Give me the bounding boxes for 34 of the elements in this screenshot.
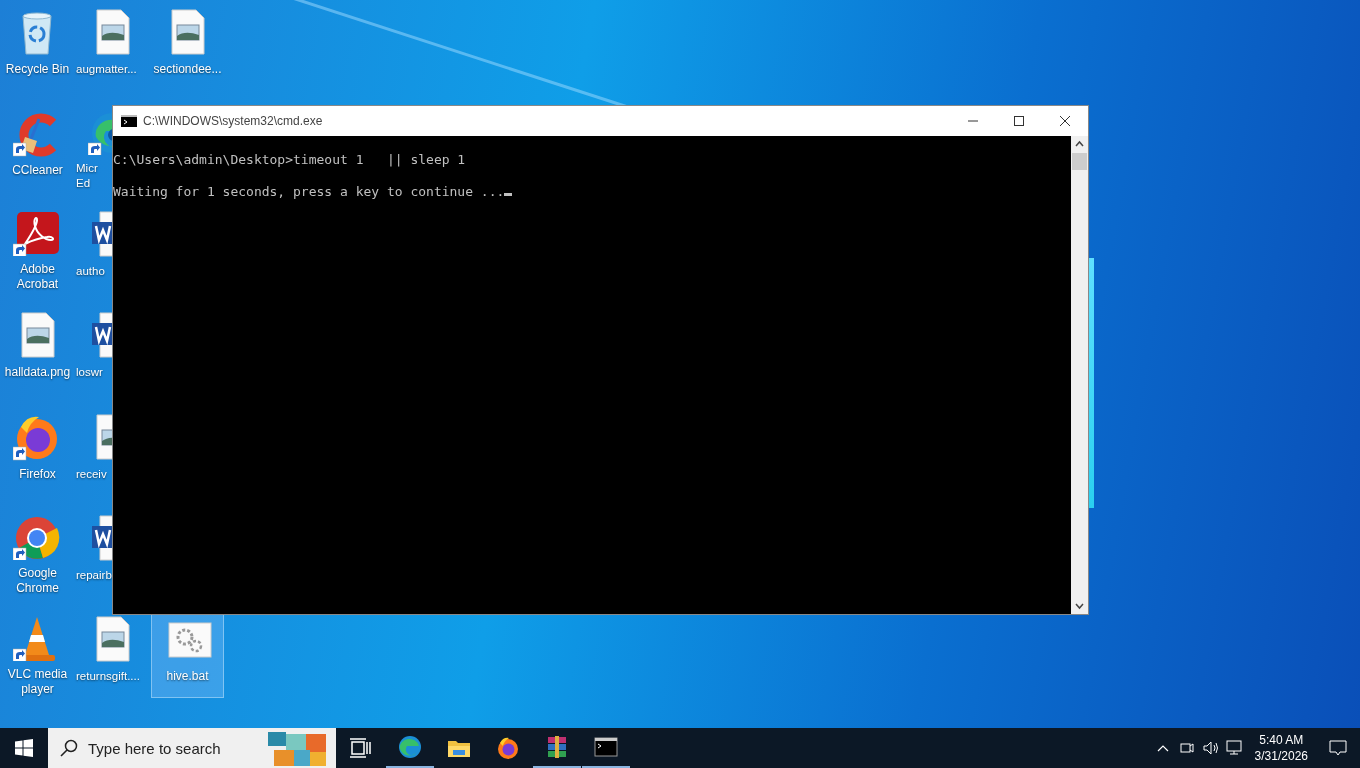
icon-label[interactable]: VLC media player	[0, 666, 75, 697]
search-box[interactable]: Type here to search	[48, 728, 336, 768]
icon-label[interactable]: CCleaner	[12, 163, 63, 179]
clock[interactable]: 5:40 AM 3/31/2026	[1246, 732, 1316, 764]
console-line: Waiting for 1 seconds, press a key to continue ...	[113, 184, 505, 199]
icon-label[interactable]: augmatter...	[75, 62, 137, 77]
edge-icon	[398, 735, 422, 759]
winrar-icon	[545, 735, 569, 759]
cmd-icon	[594, 735, 618, 759]
icon-label[interactable]: sectiondee...	[153, 62, 222, 77]
acrobat-file-icon[interactable]	[13, 210, 61, 257]
close-icon	[1060, 116, 1070, 126]
firefox-icon	[496, 736, 520, 760]
icon-label[interactable]: Firefox	[19, 466, 56, 482]
windows-logo-icon	[15, 739, 33, 757]
icon-label[interactable]: hive.bat	[166, 669, 209, 684]
icon-label[interactable]: receiv	[75, 466, 107, 482]
icon-label[interactable]: halldata.png	[4, 365, 71, 381]
console-icon	[121, 115, 137, 127]
icon-label[interactable]: Recycle Bin	[5, 62, 70, 77]
console-line: C:\Users\admin\Desktop>timeout 1 || sleep 1	[113, 152, 466, 167]
icon-label[interactable]: loswr	[75, 365, 103, 381]
icon-label[interactable]: Micr Ed	[75, 161, 98, 192]
icon-label[interactable]: returnsgift....	[75, 668, 140, 684]
search-icon	[60, 739, 78, 757]
icon-label[interactable]: autho	[75, 264, 105, 280]
window-title: C:\WINDOWS\system32\cmd.exe	[143, 114, 324, 128]
text-cursor	[504, 193, 513, 196]
taskview-icon	[349, 736, 373, 760]
icon-label[interactable]: Adobe Acrobat	[0, 262, 75, 293]
search-field[interactable]: Type here to search	[86, 738, 250, 758]
icon-label[interactable]: repairb	[75, 567, 112, 583]
icon-label[interactable]: Google Chrome	[0, 565, 75, 596]
maximize-icon	[1014, 116, 1024, 126]
